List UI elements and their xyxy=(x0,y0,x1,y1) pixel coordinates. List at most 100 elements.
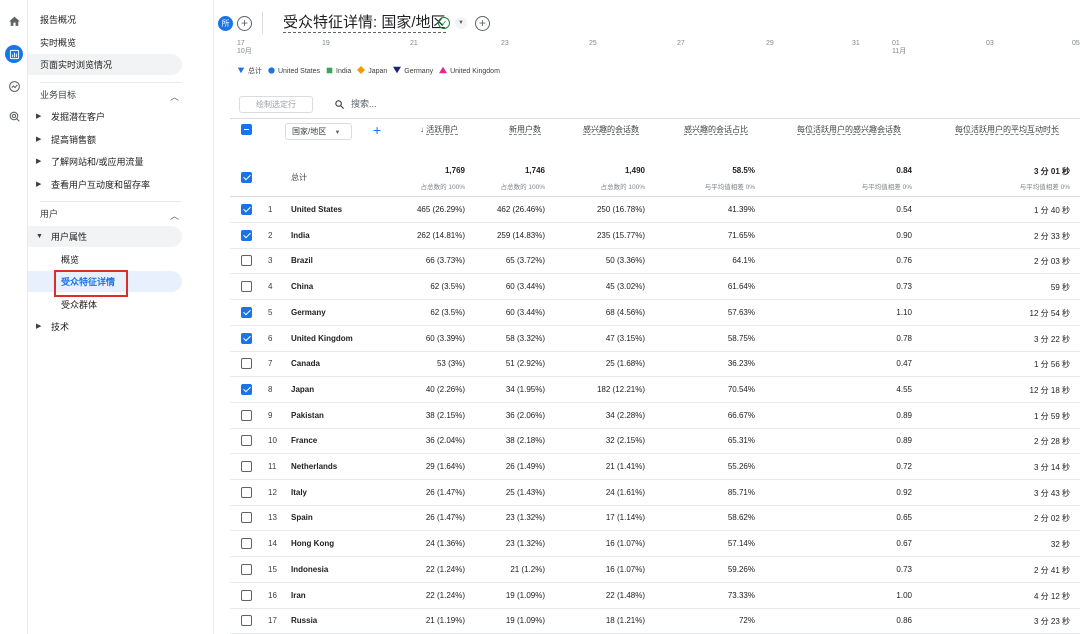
col-header-active-users[interactable]: ↓ 活跃用户 xyxy=(420,125,459,135)
check-circle-icon[interactable]: ✓ xyxy=(438,17,450,29)
col-header-engaged-sessions[interactable]: 感兴趣的会话数 xyxy=(583,125,639,135)
table-row[interactable]: 2 India 262 (14.81%) 259 (14.83%) 235 (15.77… xyxy=(230,223,1080,249)
row-country-name[interactable]: Japan xyxy=(291,385,314,394)
add-filter-icon[interactable]: + xyxy=(475,16,490,31)
row-checkbox[interactable] xyxy=(241,358,252,370)
row-checkbox[interactable] xyxy=(241,589,252,601)
row-checkbox[interactable] xyxy=(241,435,252,447)
table-row[interactable]: 5 Germany 62 (3.5%) 60 (3.44%) 68 (4.56%) 57.… xyxy=(230,300,1080,326)
row-country-name[interactable]: Brazil xyxy=(291,256,313,265)
table-row[interactable]: 7 Canada 53 (3%) 51 (2.92%) 25 (1.68%) 36.23%… xyxy=(230,351,1080,378)
nav-item-leads[interactable]: 发掘潜在客户 xyxy=(51,110,105,124)
row-checkbox[interactable] xyxy=(241,306,252,318)
table-row[interactable]: 6 United Kingdom 60 (3.39%) 58 (3.32%) 47 (3… xyxy=(230,326,1080,352)
expand-arrow-icon[interactable]: ▶ xyxy=(36,178,41,192)
totals-checkbox[interactable] xyxy=(241,172,252,183)
row-country-name[interactable]: Germany xyxy=(291,308,326,317)
row-country-name[interactable]: Iran xyxy=(291,591,306,600)
table-row[interactable]: 10 France 36 (2.04%) 38 (2.18%) 32 (2.15%) 65… xyxy=(230,428,1080,455)
col-header-engagement-rate[interactable]: 感兴趣的会话占比 xyxy=(684,125,748,135)
row-country-name[interactable]: Italy xyxy=(291,488,307,497)
select-all-checkbox[interactable] xyxy=(241,124,252,135)
nav-section-user[interactable]: 用户 xyxy=(40,207,58,221)
table-row[interactable]: 9 Pakistan 38 (2.15%) 36 (2.06%) 34 (2.28%) 6… xyxy=(230,403,1080,429)
nav-item-tech[interactable]: 技术 xyxy=(51,320,69,334)
table-row[interactable]: 15 Indonesia 22 (1.24%) 21 (1.2%) 16 (1.07%)… xyxy=(230,557,1080,583)
nav-item-realtime[interactable]: 实时概览 xyxy=(40,36,76,50)
nav-item-audiences[interactable]: 受众群体 xyxy=(61,298,97,312)
table-row[interactable]: 8 Japan 40 (2.26%) 34 (1.95%) 182 (12.21%) 70… xyxy=(230,377,1080,403)
advertising-icon[interactable] xyxy=(5,107,23,125)
expand-arrow-icon[interactable]: ▶ xyxy=(36,320,41,334)
table-row[interactable]: 16 Iran 22 (1.24%) 19 (1.09%) 22 (1.48%) 73.3… xyxy=(230,583,1080,609)
row-checkbox[interactable] xyxy=(241,204,252,215)
add-dimension-icon[interactable]: + xyxy=(373,123,381,137)
expand-arrow-icon[interactable]: ▶ xyxy=(36,155,41,169)
explore-icon[interactable] xyxy=(5,77,23,95)
table-row[interactable]: 11 Netherlands 29 (1.64%) 26 (1.49%) 21 (1.4… xyxy=(230,454,1080,480)
nav-item-report-overview[interactable]: 报告概况 xyxy=(40,13,76,27)
expand-arrow-icon[interactable]: ▶ xyxy=(36,110,41,124)
nav-item-overview[interactable]: 概览 xyxy=(61,253,79,267)
row-checkbox[interactable] xyxy=(241,538,252,550)
col-header-new-users[interactable]: 新用户数 xyxy=(509,125,541,135)
totals-subtext: 占总数的 100% xyxy=(600,184,645,191)
nav-section-business[interactable]: 业务目标 xyxy=(40,88,76,102)
row-country-name[interactable]: India xyxy=(291,231,310,240)
row-cell-value: 36.23% xyxy=(727,359,755,369)
row-checkbox[interactable] xyxy=(241,383,252,395)
row-country-name[interactable]: United States xyxy=(291,205,342,214)
nav-item-sales[interactable]: 提高销售额 xyxy=(51,133,96,147)
row-country-name[interactable]: Netherlands xyxy=(291,462,337,471)
table-search[interactable]: 搜索... xyxy=(334,96,377,113)
row-country-name[interactable]: Pakistan xyxy=(291,411,324,420)
col-header-engaged-per-user[interactable]: 每位活跃用户的感兴趣会话数 xyxy=(797,125,901,135)
row-country-name[interactable]: Canada xyxy=(291,359,320,368)
row-country-name[interactable]: France xyxy=(291,436,317,445)
table-row[interactable]: 12 Italy 26 (1.47%) 25 (1.43%) 24 (1.61%) 85.… xyxy=(230,480,1080,506)
row-country-name[interactable]: Russia xyxy=(291,616,317,625)
row-checkbox[interactable] xyxy=(241,255,252,267)
row-checkbox[interactable] xyxy=(241,563,252,575)
nav-item-engagement[interactable]: 查看用户互动度和留存率 xyxy=(51,178,150,192)
row-checkbox[interactable] xyxy=(241,486,252,498)
collapse-arrow-icon[interactable]: ▼ xyxy=(36,230,43,244)
row-checkbox[interactable] xyxy=(241,332,252,344)
nav-item-traffic[interactable]: 了解网站和/或应用流量 xyxy=(51,155,144,169)
table-row[interactable]: 4 China 62 (3.5%) 60 (3.44%) 45 (3.02%) 61.64… xyxy=(230,274,1080,301)
table-row[interactable]: 17 Russia 21 (1.19%) 19 (1.09%) 18 (1.21%) 72… xyxy=(230,608,1080,634)
chevron-down-icon[interactable]: ▼ xyxy=(455,17,467,29)
table-row[interactable]: 1 United States 465 (26.29%) 462 (26.46%) 25… xyxy=(230,197,1080,223)
row-country-name[interactable]: Indonesia xyxy=(291,565,328,574)
nav-item-user-attributes[interactable]: 用户属性 xyxy=(51,230,87,244)
row-checkbox[interactable] xyxy=(241,615,252,627)
page-title[interactable]: 受众特征详情: 国家/地区 xyxy=(283,14,446,33)
row-checkbox[interactable] xyxy=(241,409,252,421)
row-checkbox[interactable] xyxy=(241,229,252,241)
search-input[interactable]: 搜索... xyxy=(351,96,377,113)
row-cell-value: 22 (1.24%) xyxy=(425,564,465,574)
row-country-name[interactable]: Hong Kong xyxy=(291,539,334,548)
plot-rows-button[interactable]: 绘制选定行 xyxy=(239,96,313,113)
table-row[interactable]: 13 Spain 26 (1.47%) 23 (1.32%) 17 (1.14%) 58.… xyxy=(230,505,1080,532)
chevron-up-icon[interactable]: ︿ xyxy=(170,209,179,222)
add-comparison-icon[interactable]: + xyxy=(237,16,252,31)
row-checkbox[interactable] xyxy=(241,512,252,524)
row-country-name[interactable]: Spain xyxy=(291,513,313,522)
chevron-up-icon[interactable]: ︿ xyxy=(170,90,179,103)
home-icon[interactable] xyxy=(5,12,23,30)
row-index: 6 xyxy=(268,333,273,343)
table-row[interactable]: 3 Brazil 66 (3.73%) 65 (3.72%) 50 (3.36%) 64.… xyxy=(230,248,1080,275)
expand-arrow-icon[interactable]: ▶ xyxy=(36,133,41,147)
reports-icon[interactable] xyxy=(5,45,23,63)
row-country-name[interactable]: China xyxy=(291,282,313,291)
table-row[interactable]: 14 Hong Kong 24 (1.36%) 23 (1.32%) 16 (1.07%… xyxy=(230,531,1080,558)
comparison-badge[interactable]: 所 xyxy=(218,16,233,31)
row-country-name[interactable]: United Kingdom xyxy=(291,334,353,343)
dimension-select[interactable]: 国家/地区 ▼ xyxy=(285,123,352,140)
row-checkbox[interactable] xyxy=(241,281,252,293)
col-header-avg-engagement-time[interactable]: 每位活跃用户的平均互动时长 xyxy=(955,125,1059,135)
nav-item-realtime-pages[interactable]: 页面实时浏览情况 xyxy=(40,58,112,72)
row-checkbox[interactable] xyxy=(241,461,252,472)
row-cell-value: 66 (3.73%) xyxy=(425,256,465,266)
